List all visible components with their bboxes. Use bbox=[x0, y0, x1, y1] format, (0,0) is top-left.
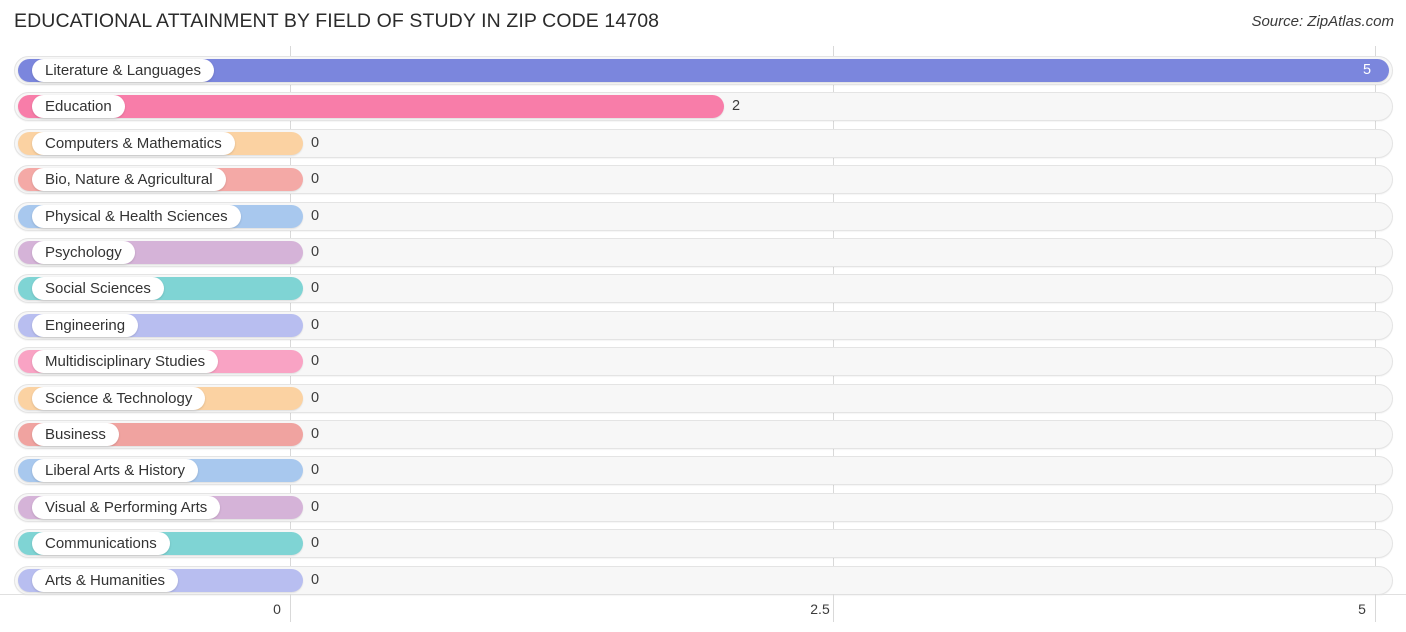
category-label: Engineering bbox=[32, 313, 139, 337]
bar-value-label: 0 bbox=[311, 171, 320, 188]
bar-value-label: 0 bbox=[311, 280, 320, 297]
bar-value-label: 5 bbox=[1363, 62, 1372, 78]
axis-tick-mark bbox=[833, 594, 834, 622]
category-label: Psychology bbox=[32, 241, 135, 264]
category-label: Liberal Arts & History bbox=[32, 459, 199, 483]
axis-tick-label: 2.5 bbox=[810, 601, 830, 617]
bar-value-label: 0 bbox=[311, 571, 320, 588]
category-label: Social Sciences bbox=[32, 277, 164, 301]
category-label: Education bbox=[32, 95, 125, 119]
bar-row[interactable]: Arts & Humanities 0 bbox=[14, 565, 1393, 595]
category-label: Bio, Nature & Agricultural bbox=[32, 168, 226, 192]
bar-value-label: 0 bbox=[311, 426, 320, 442]
axis-top-divider bbox=[0, 594, 1406, 595]
axis-tick-mark bbox=[290, 594, 291, 622]
axis-tick-label: 5 bbox=[1358, 601, 1366, 617]
bar-value-label: 0 bbox=[311, 462, 320, 479]
bar-value-label: 0 bbox=[311, 498, 320, 515]
category-label: Business bbox=[32, 423, 119, 446]
category-label: Science & Technology bbox=[32, 386, 206, 410]
bar-row[interactable]: Science & Technology 0 bbox=[14, 383, 1393, 413]
bar-row[interactable]: Physical & Health Sciences 0 bbox=[14, 201, 1393, 231]
source-attribution: Source: ZipAtlas.com bbox=[1251, 13, 1394, 30]
chart-plot-area: Literature & Languages 5 Education 2 Compute… bbox=[0, 46, 1406, 595]
bar-row[interactable]: Computers & Mathematics 0 bbox=[14, 128, 1393, 158]
axis-tick-label: 0 bbox=[273, 601, 281, 617]
bar-row[interactable]: Liberal Arts & History 0 bbox=[14, 456, 1393, 486]
bar-value-label: 0 bbox=[311, 535, 320, 552]
bar-rows: Literature & Languages 5 Education 2 Compute… bbox=[0, 46, 1406, 595]
category-label: Visual & Performing Arts bbox=[32, 495, 221, 519]
bar-value-label: 0 bbox=[311, 134, 320, 151]
category-label: Multidisciplinary Studies bbox=[32, 350, 219, 374]
category-label: Arts & Humanities bbox=[32, 568, 179, 592]
chart-header: EDUCATIONAL ATTAINMENT BY FIELD OF STUDY… bbox=[0, 0, 1406, 46]
bar-row[interactable]: Education 2 bbox=[14, 92, 1393, 122]
bar-row[interactable]: Visual & Performing Arts 0 bbox=[14, 492, 1393, 522]
bar-row[interactable]: Multidisciplinary Studies 0 bbox=[14, 347, 1393, 377]
bar-row[interactable]: Engineering 0 bbox=[14, 310, 1393, 340]
category-label: Computers & Mathematics bbox=[32, 131, 235, 155]
x-axis: 0 2.5 5 bbox=[0, 594, 1406, 632]
bar-value-label: 2 bbox=[732, 98, 741, 115]
bar-row[interactable]: Bio, Nature & Agricultural 0 bbox=[14, 165, 1393, 195]
category-label: Literature & Languages bbox=[32, 59, 214, 82]
bar-value-label: 0 bbox=[311, 316, 320, 333]
page-title: EDUCATIONAL ATTAINMENT BY FIELD OF STUDY… bbox=[14, 10, 660, 32]
bar-value-label: 0 bbox=[311, 389, 320, 406]
bar-row[interactable]: Communications 0 bbox=[14, 529, 1393, 559]
bar-value-label: 0 bbox=[311, 353, 320, 370]
bar-value-label: 0 bbox=[311, 207, 320, 224]
bar-value-label: 0 bbox=[311, 244, 320, 260]
bar-row[interactable]: Social Sciences 0 bbox=[14, 274, 1393, 304]
category-label: Physical & Health Sciences bbox=[32, 204, 241, 228]
bar-row[interactable]: Business 0 bbox=[14, 420, 1393, 449]
value-bar bbox=[18, 59, 1389, 82]
bar-row[interactable]: Psychology 0 bbox=[14, 238, 1393, 267]
bar-row[interactable]: Literature & Languages 5 bbox=[14, 56, 1393, 85]
category-label: Communications bbox=[32, 532, 170, 556]
axis-tick-mark bbox=[1375, 594, 1376, 622]
